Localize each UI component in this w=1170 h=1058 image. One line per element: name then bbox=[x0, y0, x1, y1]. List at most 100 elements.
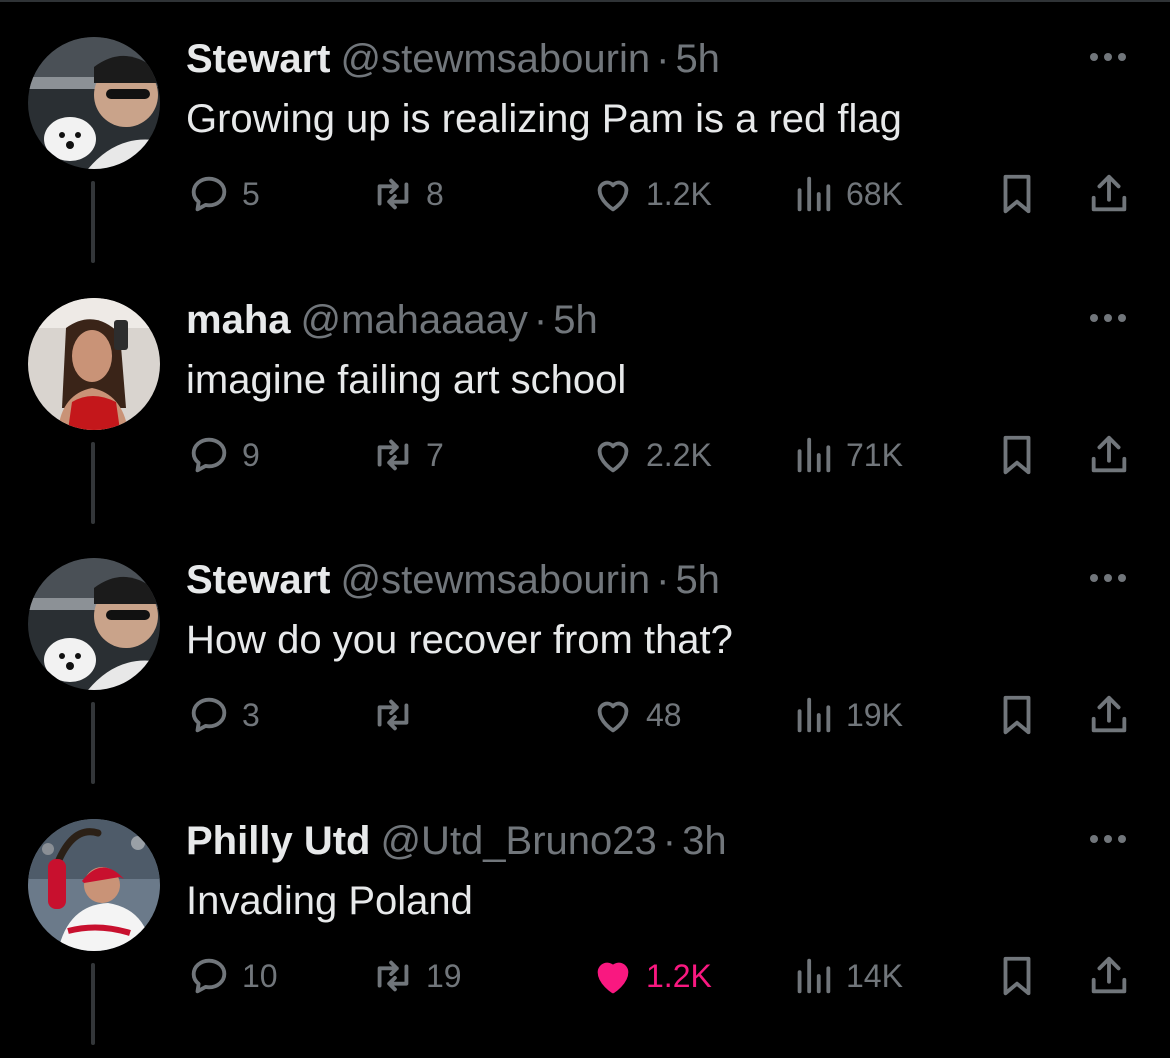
reply-button[interactable]: 3 bbox=[186, 691, 260, 739]
retweet-button[interactable]: 8 bbox=[370, 170, 444, 218]
tweet[interactable]: Philly Utd @Utd_Bruno23 · 3h Invading Polan… bbox=[0, 782, 1170, 1045]
views-icon bbox=[797, 697, 831, 733]
like-icon bbox=[597, 701, 629, 733]
separator-dot: · bbox=[656, 37, 670, 81]
avatar[interactable] bbox=[28, 37, 160, 169]
timestamp[interactable]: 5h bbox=[675, 558, 720, 602]
reply-icon bbox=[191, 176, 227, 212]
tweet-text: Growing up is realizing Pam is a red fla… bbox=[186, 97, 902, 141]
reply-button[interactable]: 10 bbox=[186, 952, 278, 1000]
retweet-button[interactable]: 19 bbox=[370, 952, 462, 1000]
timestamp[interactable]: 5h bbox=[675, 37, 720, 81]
share-icon bbox=[1091, 695, 1127, 733]
views-icon bbox=[797, 958, 831, 994]
avatar[interactable] bbox=[28, 298, 160, 430]
share-icon bbox=[1091, 174, 1127, 212]
views-count: 71K bbox=[846, 436, 903, 473]
reply-count: 5 bbox=[242, 175, 260, 212]
more-icon[interactable] bbox=[1090, 309, 1138, 323]
views-button[interactable]: 68K bbox=[790, 170, 903, 218]
retweet-icon bbox=[377, 699, 409, 731]
tweet-header: Philly Utd @Utd_Bruno23 · 3h bbox=[186, 818, 727, 864]
reply-icon bbox=[191, 437, 227, 473]
tweet[interactable]: Stewart @stewmsabourin · 5h How do you reco… bbox=[0, 521, 1170, 784]
retweet-icon bbox=[377, 178, 409, 210]
retweet-button[interactable] bbox=[370, 691, 426, 739]
more-icon[interactable] bbox=[1090, 48, 1138, 62]
share-icon bbox=[1091, 956, 1127, 994]
views-count: 19K bbox=[846, 696, 903, 733]
like-count: 1.2K bbox=[646, 175, 712, 212]
tweet[interactable]: maha @mahaaaay · 5h imagine failing art sch… bbox=[0, 261, 1170, 524]
separator-dot: · bbox=[533, 298, 548, 342]
display-name[interactable]: Stewart bbox=[186, 558, 331, 602]
retweet-count: 7 bbox=[426, 436, 444, 473]
separator-dot: · bbox=[662, 819, 677, 863]
handle[interactable]: @stewmsabourin bbox=[341, 37, 651, 81]
reply-button[interactable]: 5 bbox=[186, 170, 260, 218]
share-button[interactable] bbox=[1086, 952, 1132, 1000]
handle[interactable]: @stewmsabourin bbox=[341, 558, 651, 602]
tweet[interactable]: Stewart @stewmsabourin · 5h Growing up is r… bbox=[0, 0, 1170, 263]
tweet-header: Stewart @stewmsabourin · 5h bbox=[186, 557, 720, 603]
reply-count: 3 bbox=[242, 696, 260, 733]
views-count: 68K bbox=[846, 175, 903, 212]
like-icon bbox=[597, 962, 629, 994]
bookmark-icon bbox=[1003, 174, 1031, 214]
bookmark-icon bbox=[1003, 956, 1031, 996]
like-icon bbox=[597, 180, 629, 212]
retweet-icon bbox=[377, 960, 409, 992]
tweet-text: How do you recover from that? bbox=[186, 618, 733, 662]
bookmark-button[interactable] bbox=[994, 431, 1040, 479]
views-button[interactable]: 14K bbox=[790, 952, 903, 1000]
reply-count: 9 bbox=[242, 436, 260, 473]
reply-button[interactable]: 9 bbox=[186, 431, 260, 479]
bookmark-icon bbox=[1003, 695, 1031, 735]
more-icon[interactable] bbox=[1090, 830, 1138, 844]
share-button[interactable] bbox=[1086, 431, 1132, 479]
timestamp[interactable]: 3h bbox=[682, 819, 727, 863]
views-icon bbox=[797, 176, 831, 212]
handle[interactable]: @mahaaaay bbox=[301, 298, 528, 342]
bookmark-button[interactable] bbox=[994, 170, 1040, 218]
display-name[interactable]: Philly Utd bbox=[186, 819, 370, 863]
like-button[interactable]: 2.2K bbox=[590, 431, 712, 479]
action-bar: 5 8 1.2K 68K bbox=[0, 170, 1170, 220]
reply-icon bbox=[191, 697, 227, 733]
like-button[interactable]: 1.2K bbox=[590, 170, 712, 218]
views-count: 14K bbox=[846, 957, 903, 994]
retweet-count: 19 bbox=[426, 957, 462, 994]
bookmark-icon bbox=[1003, 435, 1031, 475]
display-name[interactable]: maha bbox=[186, 298, 291, 342]
tweet-header: maha @mahaaaay · 5h bbox=[186, 297, 598, 343]
bookmark-button[interactable] bbox=[994, 691, 1040, 739]
reply-icon bbox=[191, 958, 227, 994]
tweet-header: Stewart @stewmsabourin · 5h bbox=[186, 36, 720, 82]
display-name[interactable]: Stewart bbox=[186, 37, 331, 81]
like-count: 1.2K bbox=[646, 957, 712, 994]
views-button[interactable]: 19K bbox=[790, 691, 903, 739]
tweet-text: Invading Poland bbox=[186, 879, 473, 923]
avatar[interactable] bbox=[28, 558, 160, 690]
more-icon[interactable] bbox=[1090, 569, 1138, 583]
like-icon bbox=[597, 441, 629, 473]
avatar[interactable] bbox=[28, 819, 160, 951]
action-bar: 9 7 2.2K 71K bbox=[0, 431, 1170, 481]
tweet-text: imagine failing art school bbox=[186, 358, 627, 402]
reply-count: 10 bbox=[242, 957, 278, 994]
like-button[interactable]: 48 bbox=[590, 691, 682, 739]
like-count: 2.2K bbox=[646, 436, 712, 473]
retweet-button[interactable]: 7 bbox=[370, 431, 444, 479]
share-button[interactable] bbox=[1086, 691, 1132, 739]
timestamp[interactable]: 5h bbox=[553, 298, 598, 342]
action-bar: 10 19 1.2K 14K bbox=[0, 952, 1170, 1002]
separator-dot: · bbox=[656, 558, 670, 602]
share-button[interactable] bbox=[1086, 170, 1132, 218]
views-button[interactable]: 71K bbox=[790, 431, 903, 479]
like-button[interactable]: 1.2K bbox=[590, 952, 712, 1000]
share-icon bbox=[1091, 435, 1127, 473]
action-bar: 3 48 19K bbox=[0, 691, 1170, 741]
like-count: 48 bbox=[646, 696, 682, 733]
handle[interactable]: @Utd_Bruno23 bbox=[380, 819, 656, 863]
bookmark-button[interactable] bbox=[994, 952, 1040, 1000]
